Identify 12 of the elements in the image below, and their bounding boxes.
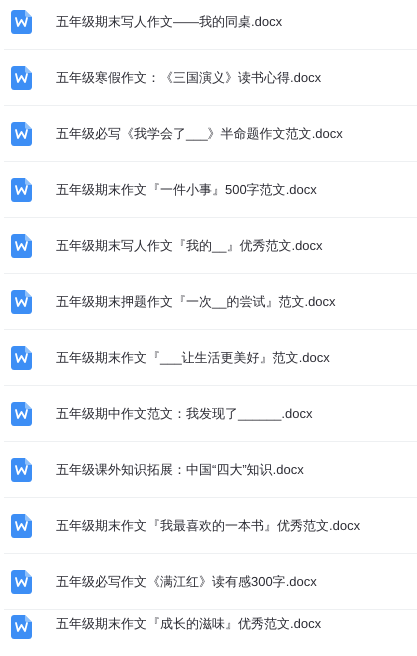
file-name[interactable]: 五年级期末写人作文『我的__』优秀范文.docx [56,236,323,254]
file-name[interactable]: 五年级期末作文『我最喜欢的一本书』优秀范文.docx [56,516,360,534]
file-name[interactable]: 五年级必写《我学会了___》半命题作文范文.docx [56,124,343,142]
file-name[interactable]: 五年级期末作文『___让生活更美好』范文.docx [56,348,330,366]
file-name[interactable]: 五年级期末作文『一件小事』500字范文.docx [56,180,317,198]
file-name[interactable]: 五年级期中作文范文：我发现了______.docx [56,404,312,422]
file-name[interactable]: 五年级期末作文『成长的滋味』优秀范文.docx [56,615,322,633]
file-name[interactable]: 五年级课外知识拓展：中国“四大”知识.docx [56,460,304,478]
file-name[interactable]: 五年级寒假作文：《三国演义》读书心得.docx [56,68,322,86]
file-name[interactable]: 五年级期末押题作文『一次__的尝试』范文.docx [56,292,336,310]
file-name[interactable]: 五年级期末写人作文——我的同桌.docx [56,12,282,30]
file-name[interactable]: 五年级必写作文《满江红》读有感300字.docx [56,572,317,590]
